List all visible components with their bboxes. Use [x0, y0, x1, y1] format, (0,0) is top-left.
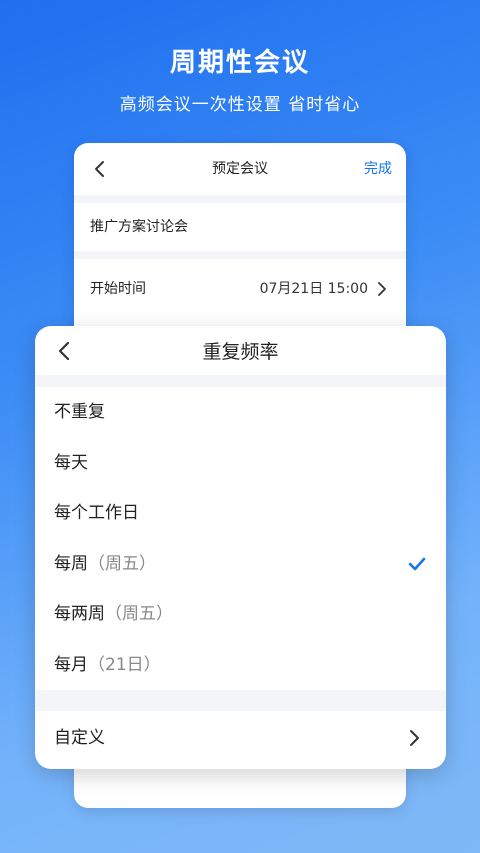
option-label: 每周 [54, 553, 88, 574]
meeting-name-row[interactable]: 推广方案讨论会 [74, 203, 406, 251]
repeat-title: 重复频率 [202, 341, 279, 363]
repeat-frequency-sheet: 重复频率 不重复 每天 每个工作日 每周（周五） 每两周（周五） 每月（21日）… [35, 326, 446, 769]
chevron-right-icon [378, 282, 386, 296]
option-label: 每两周 [54, 604, 105, 624]
start-time-label: 开始时间 [90, 281, 146, 297]
schedule-title: 预定会议 [212, 161, 268, 177]
meeting-name: 推广方案讨论会 [90, 219, 188, 235]
checkmark-icon [408, 557, 426, 570]
option-biweekly[interactable]: 每两周（周五） [35, 589, 446, 640]
option-no-repeat[interactable]: 不重复 [35, 387, 446, 438]
option-label: 不重复 [54, 402, 105, 422]
option-note: （周五） [105, 604, 173, 624]
custom-option[interactable]: 自定义 [35, 711, 446, 765]
custom-label: 自定义 [54, 728, 105, 748]
option-note: （21日） [88, 654, 161, 675]
option-every-workday[interactable]: 每个工作日 [35, 488, 446, 539]
start-time-value: 07月21日 15:00 [259, 281, 368, 297]
divider [74, 251, 406, 259]
option-daily[interactable]: 每天 [35, 438, 446, 489]
option-label: 每月 [54, 654, 88, 675]
hero-subtitle: 高频会议一次性设置 省时省心 [119, 95, 361, 115]
repeat-header: 重复频率 [35, 326, 446, 375]
start-time-row[interactable]: 开始时间 07月21日 15:00 [74, 259, 406, 319]
option-weekly[interactable]: 每周（周五） [35, 539, 446, 590]
divider [35, 690, 446, 711]
schedule-header: 预定会议 完成 [74, 143, 406, 195]
option-note: （周五） [88, 553, 156, 574]
option-label: 每天 [54, 452, 88, 473]
chevron-right-icon [410, 730, 419, 746]
option-monthly[interactable]: 每月（21日） [35, 640, 446, 691]
option-label: 每个工作日 [54, 503, 139, 523]
hero-title: 周期性会议 [169, 48, 310, 78]
divider [74, 195, 406, 203]
done-button[interactable]: 完成 [364, 143, 392, 195]
